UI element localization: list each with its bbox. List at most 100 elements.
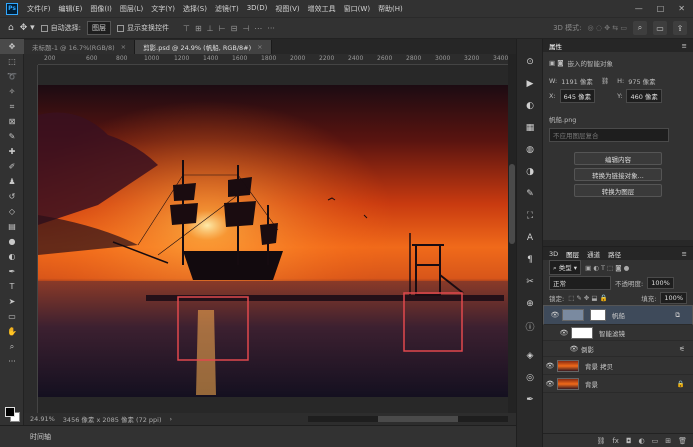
- convert-to-linked-button[interactable]: 转换为链接对象...: [574, 168, 662, 181]
- gradient-tool-icon[interactable]: ▤: [0, 219, 24, 234]
- dodge-tool-icon[interactable]: ◐: [0, 249, 24, 264]
- history-brush-icon[interactable]: ↺: [0, 189, 24, 204]
- menu-view[interactable]: 视图(V): [271, 4, 303, 14]
- tab-properties[interactable]: 属性: [549, 41, 562, 51]
- status-arrow-icon[interactable]: ›: [170, 415, 173, 423]
- opacity-field[interactable]: 100%: [647, 276, 674, 289]
- align-middle-icon[interactable]: ⊞: [195, 24, 202, 33]
- menu-edit[interactable]: 编辑(E): [55, 4, 87, 14]
- search-icon[interactable]: ⌕: [633, 21, 647, 35]
- layer-row[interactable]: 👁 背景 🔒: [543, 375, 693, 393]
- move-tool-icon[interactable]: ✥: [0, 39, 24, 54]
- layer-row[interactable]: 👁 帆船 ⧉: [543, 305, 693, 325]
- path-select-tool-icon[interactable]: ➤: [0, 294, 24, 309]
- tab-layers[interactable]: 图层: [566, 249, 579, 259]
- workspace-icon[interactable]: ▭: [653, 21, 667, 35]
- lasso-tool-icon[interactable]: ➰: [0, 69, 24, 84]
- fill-field[interactable]: 100%: [660, 291, 687, 304]
- align-bottom-icon[interactable]: ⊥: [207, 24, 214, 33]
- paths-icon[interactable]: ⛶: [517, 205, 543, 227]
- menu-3d[interactable]: 3D(D): [243, 4, 272, 14]
- home-icon[interactable]: ⌂: [8, 23, 14, 33]
- add-mask-icon[interactable]: ◘: [626, 437, 632, 445]
- menu-type[interactable]: 文字(Y): [147, 4, 179, 14]
- crop-tool-icon[interactable]: ⌗: [0, 99, 24, 114]
- paths-panel-icon[interactable]: ✒: [517, 389, 543, 411]
- menu-select[interactable]: 选择(S): [179, 4, 211, 14]
- panel-menu-icon[interactable]: ≡: [682, 250, 687, 258]
- align-left-icon[interactable]: ⊢: [219, 24, 226, 33]
- timeline-tab[interactable]: 时间轴: [30, 432, 51, 442]
- history-icon[interactable]: ⊙: [517, 51, 543, 73]
- layer-row[interactable]: 👁 背景 拷贝: [543, 357, 693, 375]
- healing-tool-icon[interactable]: ✚: [0, 144, 24, 159]
- pen-tool-icon[interactable]: ✒: [0, 264, 24, 279]
- distribute-icon[interactable]: ⋯: [254, 24, 262, 33]
- brushes-icon[interactable]: ✎: [517, 183, 543, 205]
- layer-filter-dropdown[interactable]: ⌕ 类型 ▾: [549, 260, 582, 275]
- auto-select-checkbox[interactable]: 自动选择:: [40, 23, 81, 33]
- link-icon[interactable]: ⛓: [601, 77, 609, 85]
- visibility-eye-icon[interactable]: 👁: [548, 311, 562, 319]
- menu-image[interactable]: 图像(I): [86, 4, 116, 14]
- vertical-ruler[interactable]: [24, 65, 38, 418]
- layer-row[interactable]: 👁 倒影 ⚟: [543, 341, 693, 357]
- menu-help[interactable]: 帮助(H): [374, 4, 407, 14]
- eraser-tool-icon[interactable]: ◇: [0, 204, 24, 219]
- align-right-icon[interactable]: ⊣: [242, 24, 249, 33]
- zoom-level[interactable]: 24.91%: [30, 415, 55, 423]
- close-tab-icon[interactable]: ×: [121, 43, 126, 51]
- document-canvas[interactable]: [38, 65, 508, 418]
- scroll-thumb[interactable]: [378, 416, 458, 422]
- magic-wand-tool-icon[interactable]: ✧: [0, 84, 24, 99]
- lock-icons[interactable]: ⬚ ✎ ✥ ⬓ 🔒: [568, 294, 608, 302]
- horizontal-scrollbar[interactable]: [308, 416, 508, 422]
- edit-contents-button[interactable]: 编辑内容: [574, 152, 662, 165]
- eyedropper-tool-icon[interactable]: ✎: [0, 129, 24, 144]
- horizontal-ruler[interactable]: 200 600 800 1000 1200 1400 1600 1800 200…: [38, 54, 508, 65]
- adjustments-icon[interactable]: ◑: [517, 161, 543, 183]
- character-icon[interactable]: A: [517, 227, 543, 249]
- vertical-scrollbar[interactable]: [508, 54, 516, 418]
- x-field[interactable]: 645 像素: [559, 89, 596, 103]
- scroll-thumb[interactable]: [509, 164, 515, 244]
- menu-window[interactable]: 窗口(W): [340, 4, 374, 14]
- tab-paths[interactable]: 路径: [608, 249, 621, 259]
- w-value[interactable]: 1191 像素: [561, 76, 593, 86]
- orbit-3d-icon[interactable]: ◎ ◌ ✥ ⇆ ▭: [588, 24, 627, 32]
- trash-icon[interactable]: 🗑: [678, 437, 687, 445]
- tab-untitled[interactable]: 未标题-1 @ 16.7%(RGB/8) ×: [24, 40, 136, 54]
- menu-layer[interactable]: 图层(L): [116, 4, 147, 14]
- new-group-icon[interactable]: ▭: [652, 437, 659, 445]
- adjustment-layer-icon[interactable]: ◐: [639, 437, 645, 445]
- h-value[interactable]: 975 像素: [628, 76, 655, 86]
- new-layer-icon[interactable]: ⊞: [665, 437, 671, 445]
- tab-silhouette[interactable]: 剪影.psd @ 24.9% (帆船, RGB/8#) ×: [135, 40, 272, 54]
- align-top-icon[interactable]: ⊤: [183, 24, 190, 33]
- channels-icon[interactable]: ◎: [517, 367, 543, 389]
- visibility-eye-icon[interactable]: 👁: [543, 362, 557, 370]
- menu-file[interactable]: 文件(F): [23, 4, 55, 14]
- y-field[interactable]: 460 像素: [626, 89, 662, 103]
- visibility-eye-icon[interactable]: 👁: [543, 380, 557, 388]
- more-tools-icon[interactable]: ···: [0, 354, 24, 369]
- more-options-icon[interactable]: ···: [267, 24, 275, 33]
- layer-comp-dropdown[interactable]: 不应用图层复合: [549, 128, 669, 142]
- tab-channels[interactable]: 通道: [587, 249, 600, 259]
- fx-icon[interactable]: fx: [612, 437, 619, 445]
- link-layers-icon[interactable]: ⛓: [596, 437, 605, 445]
- menu-filter[interactable]: 滤镜(T): [211, 4, 243, 14]
- swatches-icon[interactable]: ▦: [517, 117, 543, 139]
- show-transform-checkbox[interactable]: 显示变换控件: [117, 23, 169, 33]
- auto-select-dropdown[interactable]: 图层: [87, 21, 111, 35]
- close-tab-icon[interactable]: ×: [257, 43, 262, 51]
- frame-tool-icon[interactable]: ⊠: [0, 114, 24, 129]
- paragraph-icon[interactable]: ¶: [517, 249, 543, 271]
- layers-icon[interactable]: ◈: [517, 345, 543, 367]
- marquee-tool-icon[interactable]: ⬚: [0, 54, 24, 69]
- panel-menu-icon[interactable]: ≡: [682, 42, 687, 50]
- info-icon[interactable]: ⓘ: [517, 315, 543, 337]
- visibility-eye-icon[interactable]: 👁: [557, 329, 571, 337]
- color-icon[interactable]: ◐: [517, 95, 543, 117]
- minimize-icon[interactable]: —: [635, 4, 643, 13]
